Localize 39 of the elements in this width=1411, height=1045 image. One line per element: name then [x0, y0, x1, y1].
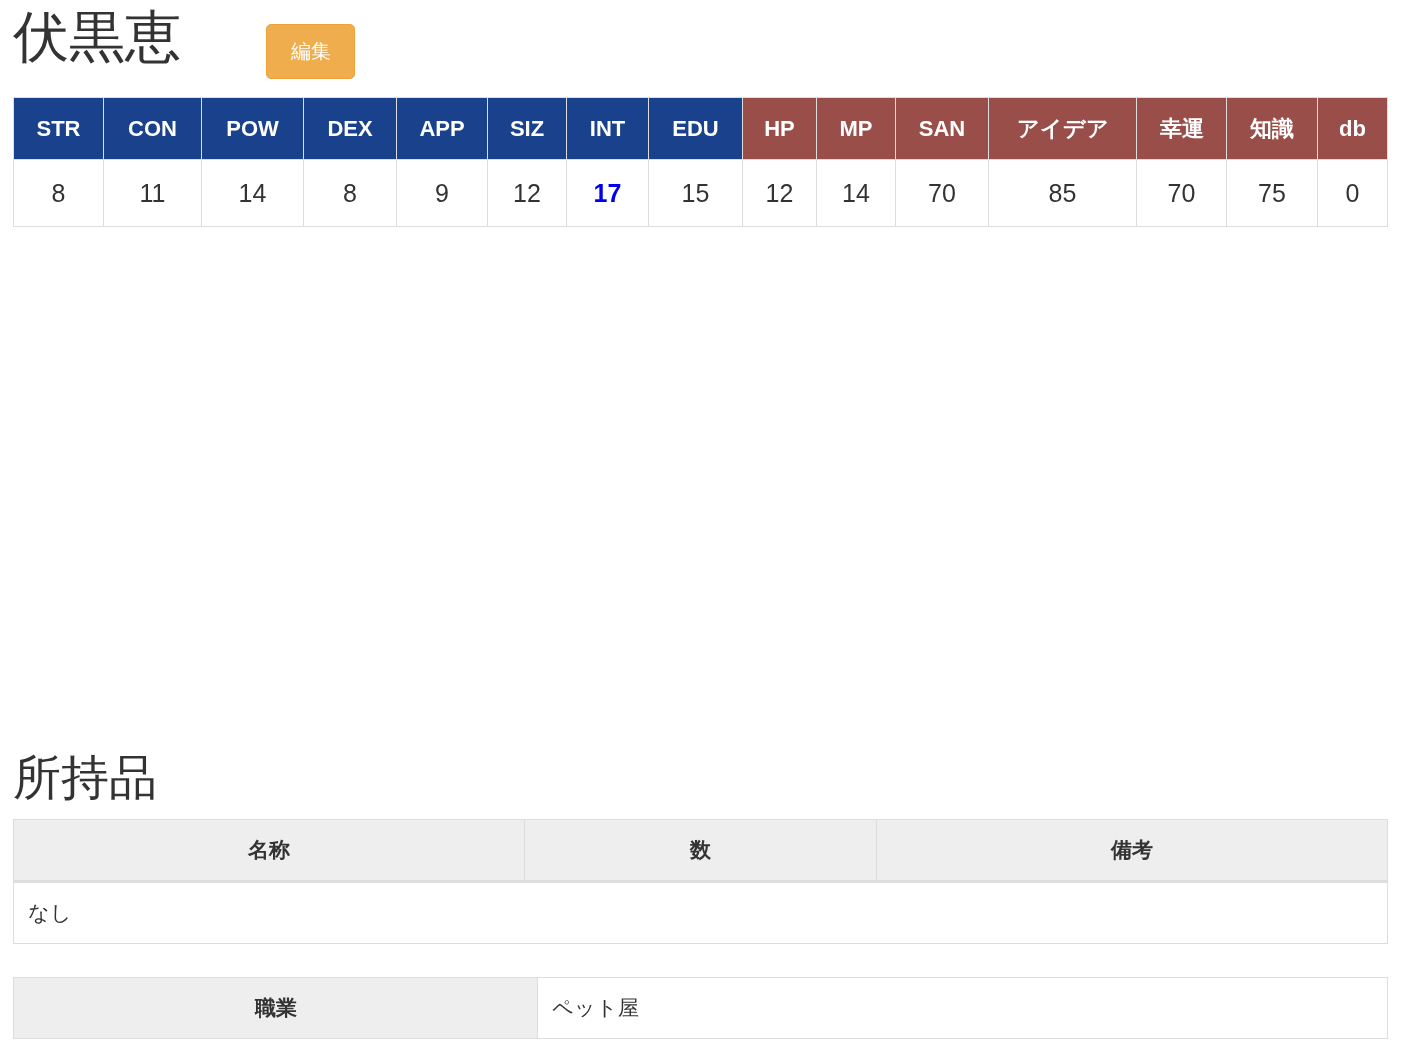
stat-header: アイデア [988, 97, 1137, 160]
stat-header: CON [103, 97, 202, 160]
stat-value: 8 [13, 159, 104, 227]
edit-button[interactable]: 編集 [266, 24, 355, 79]
table-cell: なし [13, 881, 1388, 944]
character-name: 伏黒恵 [13, 6, 182, 68]
stat-header: MP [816, 97, 896, 160]
stat-header: APP [396, 97, 488, 160]
stat-value: 70 [895, 159, 989, 227]
column-header: 数 [524, 819, 877, 882]
table-cell: ペット屋 [537, 977, 1388, 1039]
stat-header: 幸運 [1136, 97, 1227, 160]
stat-value: 14 [816, 159, 896, 227]
stat-value: 85 [988, 159, 1137, 227]
stat-value: 11 [103, 159, 202, 227]
stat-header: INT [566, 97, 649, 160]
stat-header: STR [13, 97, 104, 160]
stat-value: 17 [566, 159, 649, 227]
stat-value: 14 [201, 159, 304, 227]
column-header: 備考 [876, 819, 1388, 882]
stat-value: 70 [1136, 159, 1227, 227]
stat-value: 15 [648, 159, 743, 227]
stat-header: SIZ [487, 97, 567, 160]
stat-value: 9 [396, 159, 488, 227]
column-header: 名称 [13, 819, 525, 882]
stat-header: SAN [895, 97, 989, 160]
stat-header: HP [742, 97, 817, 160]
stat-header: EDU [648, 97, 743, 160]
section-title: 所持品 [13, 752, 158, 805]
row-header: 職業 [13, 977, 538, 1039]
stat-header: POW [201, 97, 304, 160]
stat-value: 75 [1226, 159, 1318, 227]
stat-header: 知識 [1226, 97, 1318, 160]
stat-value: 12 [742, 159, 817, 227]
stat-header: DEX [303, 97, 397, 160]
stat-header: db [1317, 97, 1388, 160]
stat-value: 0 [1317, 159, 1388, 227]
stat-value: 12 [487, 159, 567, 227]
stat-value: 8 [303, 159, 397, 227]
